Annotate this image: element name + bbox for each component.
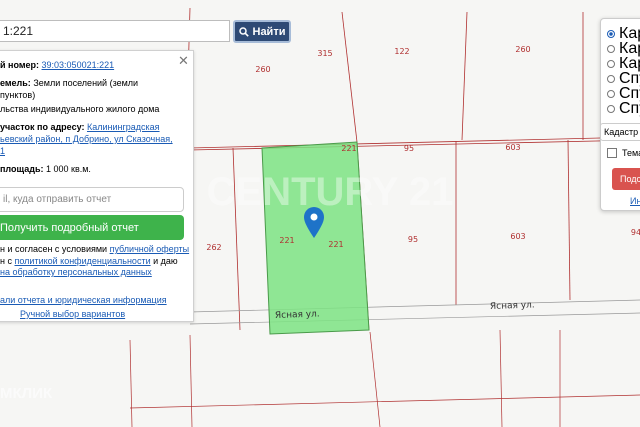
parcel-number: 260 xyxy=(255,65,270,74)
report-info-link[interactable]: али отчета и юридическая информация xyxy=(0,295,167,305)
privacy-link[interactable]: политикой конфиденциальности xyxy=(14,256,150,266)
terms-text: и даю xyxy=(150,256,178,266)
bottom-watermark: МКЛИК xyxy=(0,385,53,402)
address-row: участок по адресу: Калининградская xyxy=(0,122,160,132)
search-button-label: Найти xyxy=(252,25,286,38)
address-link[interactable]: Калининградская xyxy=(87,122,160,132)
personal-data-link[interactable]: на обработку персональных данных xyxy=(0,267,152,277)
radio-icon[interactable] xyxy=(607,105,615,113)
parcel-number: 221 xyxy=(341,144,356,153)
category-value-2: пунктов) xyxy=(0,90,36,100)
area-label: площадь: xyxy=(0,164,44,174)
close-icon[interactable]: ✕ xyxy=(178,53,189,69)
radio-icon[interactable] xyxy=(607,90,615,98)
terms-text: н с xyxy=(0,256,15,266)
address-label: участок по адресу: xyxy=(0,122,85,132)
street-label: Ясная ул. xyxy=(275,309,320,321)
theme-checkbox[interactable]: Тема xyxy=(607,148,640,158)
terms-line-2: н с политикой конфиденциальности и даю xyxy=(0,256,178,266)
parcel-number: 94 xyxy=(631,228,640,237)
offer-link[interactable]: публичной оферты xyxy=(110,244,190,254)
search-icon xyxy=(238,26,249,37)
area-value: 1 000 кв.м. xyxy=(46,164,91,174)
use-value: льства индивидуального жилого дома xyxy=(0,104,160,114)
address-line-3[interactable]: 1 xyxy=(0,146,5,156)
highlight-button[interactable]: Подс xyxy=(612,168,640,190)
category-row: емель: Земли поселений (земли xyxy=(0,78,138,88)
checkbox-label: Тема xyxy=(622,148,640,158)
parcel-number: 95 xyxy=(404,144,414,153)
terms-line-1: н и согласен с условиями публичной оферт… xyxy=(0,244,189,254)
category-value: Земли поселений (земли xyxy=(33,78,139,88)
cadastral-link[interactable]: 39:03:050021:221 xyxy=(42,60,115,70)
terms-text: н и согласен с условиями xyxy=(0,244,110,254)
email-input[interactable]: il, куда отправить отчет xyxy=(0,187,184,212)
radio-icon[interactable] xyxy=(607,60,615,68)
info-link[interactable]: Инф xyxy=(630,196,640,206)
address-line-2[interactable]: ьевский район, п Добрино, ул Сказочная, xyxy=(0,134,173,144)
radio-icon[interactable] xyxy=(607,45,615,53)
radio-icon[interactable] xyxy=(607,30,615,38)
parcel-number: 95 xyxy=(408,235,418,244)
layer-option-label: Спут xyxy=(619,100,640,117)
cadastral-row: й номер: 39:03:050021:221 xyxy=(0,60,114,70)
radio-icon[interactable] xyxy=(607,75,615,83)
parcel-number: 122 xyxy=(394,47,409,56)
parcel-number: 221 xyxy=(328,240,343,249)
layer-option[interactable]: Спут xyxy=(607,100,640,118)
parcel-number: 260 xyxy=(515,45,530,54)
parcel-number: 221 xyxy=(279,236,294,245)
cadastral-label: й номер: xyxy=(0,60,40,70)
get-report-button[interactable]: Получить подробный отчет xyxy=(0,215,184,240)
category-label: емель: xyxy=(0,78,31,88)
search-button[interactable]: Найти xyxy=(233,20,291,43)
checkbox-icon[interactable] xyxy=(607,148,617,158)
map-watermark: CENTURY 21 xyxy=(207,170,454,214)
area-row: площадь: 1 000 кв.м. xyxy=(0,164,91,174)
manual-selection-link[interactable]: Ручной выбор вариантов xyxy=(20,309,125,319)
search-input[interactable]: 1:221 xyxy=(0,20,230,42)
parcel-number: 315 xyxy=(317,49,332,58)
kadastr-select[interactable]: Кадастр xyxy=(600,123,640,141)
parcel-number: 262 xyxy=(206,243,221,252)
street-label: Ясная ул. xyxy=(490,300,535,312)
parcel-number: 603 xyxy=(505,143,520,152)
parcel-number: 603 xyxy=(510,232,525,241)
